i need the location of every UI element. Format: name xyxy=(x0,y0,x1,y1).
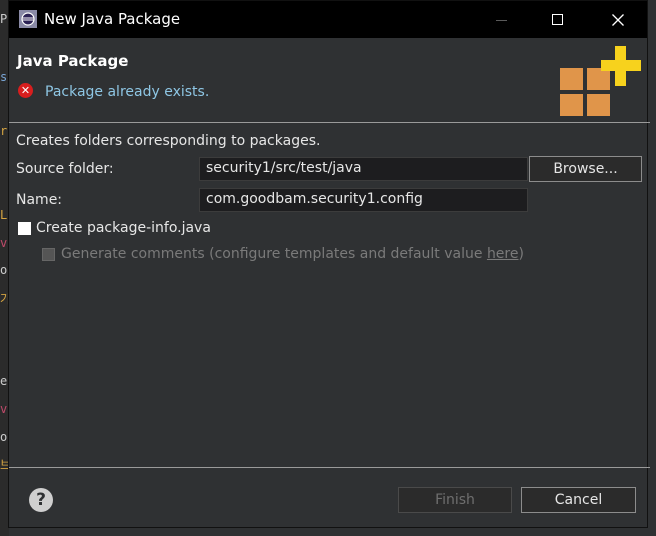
browse-button-label: Browse... xyxy=(553,161,618,177)
minimize-icon xyxy=(496,19,507,21)
close-icon xyxy=(612,13,624,26)
finish-button-label: Finish xyxy=(435,492,475,508)
background-char: P xyxy=(0,12,8,26)
maximize-button[interactable] xyxy=(531,1,585,38)
cancel-button-label: Cancel xyxy=(554,492,603,508)
configure-close-paren: ) xyxy=(518,246,524,262)
new-package-wizard-icon xyxy=(560,46,641,116)
wizard-header: Java Package ✕ Package already exists. xyxy=(9,38,647,122)
background-char: o xyxy=(0,263,8,277)
background-char: e xyxy=(0,374,8,388)
new-java-package-dialog: New Java Package Java Package ✕ Package … xyxy=(8,0,650,528)
header-separator xyxy=(9,122,650,123)
maximize-icon xyxy=(552,13,563,25)
configure-templates-text: (configure templates and default value xyxy=(209,246,487,262)
minimize-button[interactable] xyxy=(475,1,529,38)
generate-comments-checkbox xyxy=(42,248,55,261)
page-title: Java Package xyxy=(17,52,129,70)
name-label: Name: xyxy=(16,192,63,208)
close-button[interactable] xyxy=(591,1,645,38)
generate-comments-label: Generate comments xyxy=(61,246,205,262)
background-char: r xyxy=(0,124,8,138)
background-char: o xyxy=(0,430,8,444)
background-char: L xyxy=(0,208,8,222)
name-input[interactable]: com.goodbam.security1.config xyxy=(199,188,528,212)
background-char: v xyxy=(0,402,8,416)
create-package-info-label[interactable]: Create package-info.java xyxy=(36,220,211,236)
browse-button[interactable]: Browse... xyxy=(529,156,642,182)
here-link: here xyxy=(486,246,519,262)
error-icon: ✕ xyxy=(18,83,33,98)
source-folder-label: Source folder: xyxy=(16,161,114,177)
error-message: Package already exists. xyxy=(45,84,210,100)
generate-comments-row: Generate comments (configure templates a… xyxy=(61,246,524,262)
background-char: v xyxy=(0,236,8,250)
window-title: New Java Package xyxy=(44,10,181,28)
help-icon[interactable]: ? xyxy=(29,488,53,512)
eclipse-app-icon xyxy=(19,10,37,28)
finish-button: Finish xyxy=(398,487,512,513)
title-bar: New Java Package xyxy=(9,1,647,38)
cancel-button[interactable]: Cancel xyxy=(521,487,636,513)
source-folder-input[interactable]: security1/src/test/java xyxy=(199,157,528,181)
create-package-info-checkbox[interactable] xyxy=(18,222,31,235)
wizard-description: Creates folders corresponding to package… xyxy=(16,133,321,149)
footer-separator xyxy=(9,467,650,468)
background-char: s xyxy=(0,70,8,84)
